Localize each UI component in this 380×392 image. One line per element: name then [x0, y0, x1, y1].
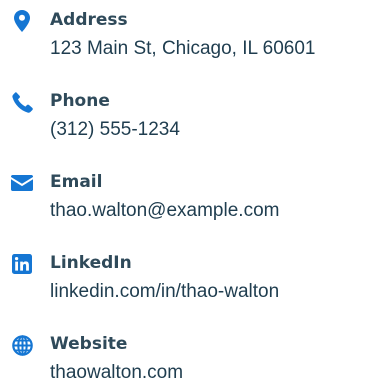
- contact-label: Phone: [50, 91, 110, 111]
- phone-value: (312) 555-1234: [50, 119, 180, 140]
- envelope-icon: [11, 172, 33, 194]
- contact-item-linkedin: LinkedIn linkedin.com/in/thao-walton: [0, 251, 380, 311]
- linkedin-icon: [11, 253, 33, 275]
- contact-item-website: Website thaowalton.com: [0, 332, 380, 392]
- address-value: 123 Main St, Chicago, IL 60601: [50, 38, 316, 59]
- map-pin-icon: [11, 10, 33, 32]
- contact-label: Website: [50, 334, 128, 354]
- contact-label: LinkedIn: [50, 253, 132, 273]
- contact-label: Address: [50, 10, 128, 30]
- contact-item-phone: Phone (312) 555-1234: [0, 89, 380, 149]
- website-value: thaowalton.com: [50, 362, 184, 383]
- email-value: thao.walton@example.com: [50, 200, 280, 221]
- globe-icon: [11, 334, 33, 356]
- phone-icon: [11, 91, 33, 113]
- contact-item-address: Address 123 Main St, Chicago, IL 60601: [0, 8, 380, 68]
- contact-item-email: Email thao.walton@example.com: [0, 170, 380, 230]
- contact-list: Address 123 Main St, Chicago, IL 60601 P…: [0, 0, 380, 389]
- contact-label: Email: [50, 172, 103, 192]
- linkedin-value: linkedin.com/in/thao-walton: [50, 281, 280, 302]
